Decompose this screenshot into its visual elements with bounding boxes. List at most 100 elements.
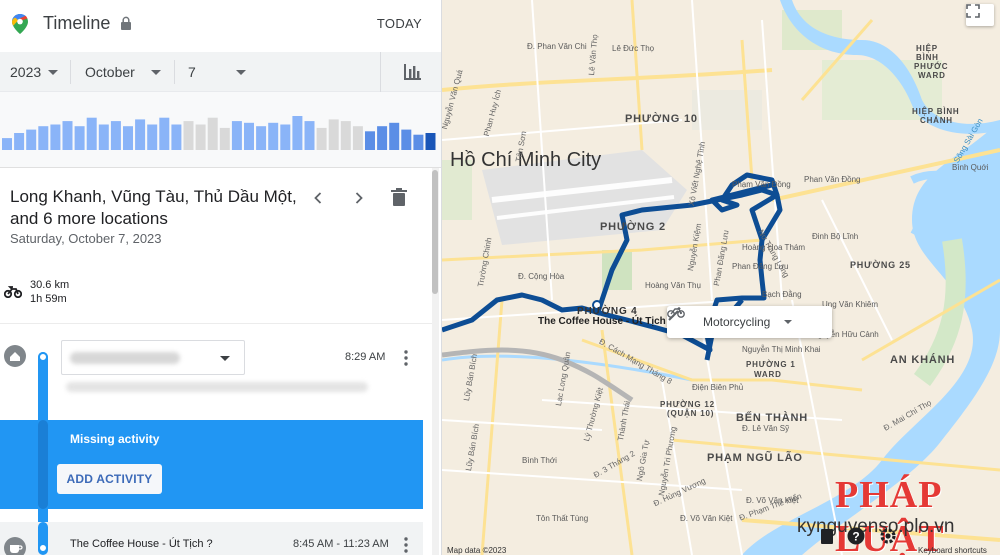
day-date: Saturday, October 7, 2023 <box>10 231 162 246</box>
month-value: October <box>85 64 135 80</box>
district-label: PHẠM NGŨ LÃO <box>707 452 803 464</box>
histogram-bar[interactable] <box>340 121 351 150</box>
year-value: 2023 <box>10 64 42 80</box>
divider <box>174 60 175 84</box>
histogram-bar[interactable] <box>147 124 158 151</box>
histogram-bar[interactable] <box>86 117 97 150</box>
city-label: Hồ Chí Minh City <box>450 149 602 171</box>
today-button[interactable]: TODAY <box>377 16 422 31</box>
histogram-bar[interactable] <box>2 138 12 150</box>
daily-activity-histogram[interactable] <box>0 92 441 168</box>
road-label: Đ. Võ Văn Kiệt <box>680 514 733 523</box>
histogram-bar[interactable] <box>50 124 61 151</box>
add-activity-button[interactable]: ADD ACTIVITY <box>57 464 162 494</box>
district-label: CHÁNH <box>920 116 953 125</box>
place-name-redacted <box>70 352 180 364</box>
date-selector-bar: 2023 October 7 <box>0 52 441 92</box>
road-label: Lê Đức Thọ <box>612 44 655 53</box>
expand-map-button[interactable] <box>966 4 994 26</box>
trash-icon[interactable] <box>391 188 407 206</box>
svg-text:?: ? <box>852 530 859 544</box>
histogram-bar[interactable] <box>316 127 327 150</box>
divider <box>70 60 71 84</box>
road-label: Nguyễn Thị Minh Khai <box>742 345 821 354</box>
travel-mode-select[interactable]: Motorcycling <box>667 306 832 338</box>
histogram-bar[interactable] <box>219 127 230 150</box>
road-label: Đinh Bộ Lĩnh <box>812 232 859 241</box>
road-label: Hoàng Văn Thụ <box>645 281 701 290</box>
road-label: Đ. Lê Văn Sỹ <box>742 424 790 433</box>
district-label: BẾN THÀNH <box>736 412 808 424</box>
histogram-bar[interactable] <box>401 129 412 150</box>
clipboard-icon[interactable] <box>818 527 836 545</box>
day-value: 7 <box>188 64 196 80</box>
histogram-bar[interactable] <box>135 119 146 150</box>
place-label: The Coffee House - Út Tịch <box>538 316 666 327</box>
histogram-bar[interactable] <box>231 121 242 150</box>
road-label: Bình Thới <box>522 456 557 465</box>
histogram-bar[interactable] <box>328 119 339 150</box>
district-label: WARD <box>918 71 946 80</box>
histogram-bar[interactable] <box>98 124 109 151</box>
histogram-bar[interactable] <box>195 124 206 151</box>
place-select[interactable] <box>61 340 245 375</box>
stats-button[interactable] <box>380 52 441 92</box>
histogram-bar[interactable] <box>26 129 37 150</box>
histogram-bar[interactable] <box>292 116 303 150</box>
histogram-bar[interactable] <box>352 126 363 150</box>
histogram-bar[interactable] <box>425 133 436 150</box>
histogram-bar[interactable] <box>304 121 315 150</box>
chevron-right-icon[interactable] <box>351 190 367 206</box>
histogram-bar[interactable] <box>159 117 170 150</box>
road-label: Điện Biên Phủ <box>692 383 744 392</box>
scrollbar-thumb[interactable] <box>432 170 438 294</box>
histogram-bar[interactable] <box>365 131 375 150</box>
keyboard-shortcuts-link[interactable]: Keyboard shortcuts <box>918 546 987 555</box>
district-label: PHƯỜNG 12 <box>660 400 715 409</box>
divider <box>0 323 432 324</box>
histogram-bar[interactable] <box>183 121 194 150</box>
more-vert-icon[interactable] <box>404 350 408 366</box>
map-attribution: Map data ©2023 <box>447 546 507 555</box>
district-label: PHƯỜNG 1 <box>746 360 796 369</box>
visit-time: 8:45 AM - 11:23 AM <box>293 538 389 550</box>
histogram-bar[interactable] <box>377 126 388 150</box>
histogram-bar[interactable] <box>74 126 85 150</box>
help-icon[interactable]: ? <box>847 527 865 545</box>
month-select[interactable]: October <box>85 52 170 92</box>
chevron-down-icon <box>236 70 246 75</box>
histogram-bar[interactable] <box>268 122 279 150</box>
histogram-bar[interactable] <box>389 122 400 150</box>
histogram-bar[interactable] <box>14 133 25 150</box>
motorcycle-icon <box>4 286 22 298</box>
magic-wand-icon[interactable] <box>667 306 683 322</box>
year-select[interactable]: 2023 <box>10 52 65 92</box>
road-label: Hoàng Hoa Thám <box>742 243 805 252</box>
road-label: Phan Văn Đồng <box>804 175 861 184</box>
histogram-bar[interactable] <box>123 126 133 150</box>
histogram-bar[interactable] <box>171 124 182 151</box>
map-view[interactable]: Hồ Chí Minh City PHƯỜNG 10 PHƯỜNG 2 PHƯỜ… <box>442 0 1000 555</box>
more-vert-icon[interactable] <box>404 537 408 553</box>
road-label: Đ. Phan Văn Chi <box>527 42 587 51</box>
total-distance: 30.6 km <box>30 279 70 291</box>
chevron-left-icon[interactable] <box>310 190 326 206</box>
visit-time: 8:29 AM <box>345 351 386 363</box>
histogram-bar[interactable] <box>256 126 267 150</box>
chevron-down-icon <box>151 70 161 75</box>
district-label: AN KHÁNH <box>890 354 956 366</box>
histogram-bar[interactable] <box>38 126 49 150</box>
histogram-bar[interactable] <box>280 124 291 151</box>
gear-icon[interactable] <box>879 527 897 545</box>
visit-place-name: The Coffee House - Út Tịch ? <box>70 538 213 550</box>
timeline-dot <box>38 352 48 362</box>
lock-icon <box>121 16 131 30</box>
histogram-bar[interactable] <box>62 121 73 150</box>
day-select[interactable]: 7 <box>188 52 253 92</box>
histogram-bar[interactable] <box>413 134 424 150</box>
road-label: Tôn Thất Tùng <box>536 514 589 523</box>
district-label: (QUẬN 10) <box>667 409 715 418</box>
histogram-bar[interactable] <box>207 117 218 150</box>
histogram-bar[interactable] <box>110 121 121 150</box>
histogram-bar[interactable] <box>244 122 254 150</box>
